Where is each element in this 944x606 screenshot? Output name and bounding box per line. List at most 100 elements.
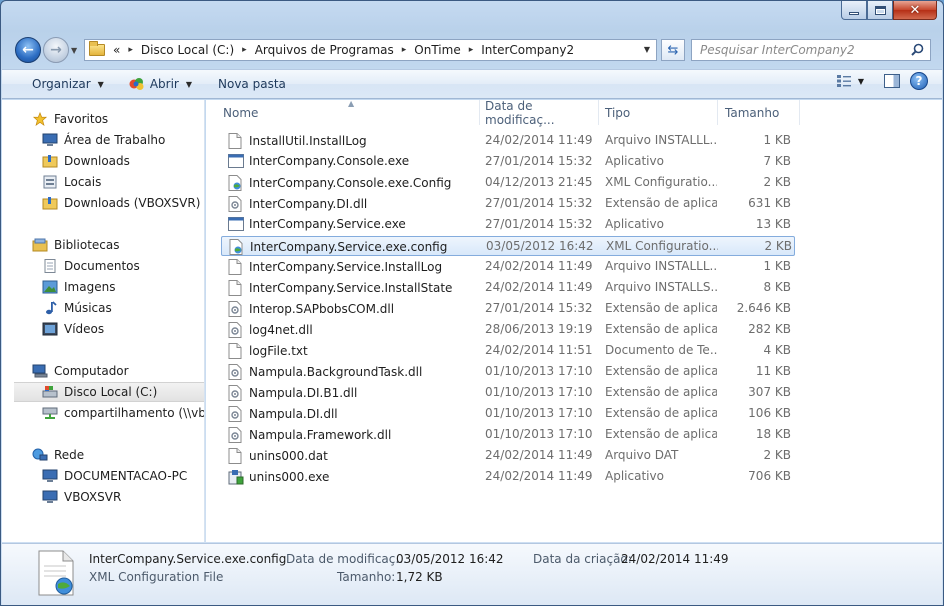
file-size: 106 KB (748, 406, 791, 420)
file-name-cell[interactable]: unins000.dat (228, 448, 478, 464)
preview-pane-icon[interactable] (884, 74, 900, 88)
file-row[interactable]: InterCompany.Service.exe.config 03/05/201… (221, 236, 795, 256)
breadcrumb-separator-icon[interactable]: ▸ (128, 45, 133, 55)
text-file-icon (228, 448, 244, 464)
file-name-cell[interactable]: Interop.SAPbobsCOM.dll (228, 301, 478, 317)
nav-item-local-disk[interactable]: Disco Local (C:) (14, 382, 204, 402)
nav-libraries[interactable]: Bibliotecas (32, 235, 204, 255)
help-icon[interactable]: ? (910, 72, 928, 90)
nav-label: Rede (54, 448, 85, 462)
nav-item-places[interactable]: Locais (42, 172, 204, 192)
file-row[interactable]: Nampula.DI.dll 01/10/2013 17:10 Extensão d… (221, 404, 795, 424)
nav-item-videos[interactable]: Vídeos (42, 319, 204, 339)
minimize-button[interactable] (841, 1, 867, 20)
file-row[interactable]: log4net.dll 28/06/2013 19:19 Extensão de a… (221, 320, 795, 340)
refresh-button[interactable]: ⇆ (661, 39, 685, 61)
breadcrumb-separator-icon[interactable]: ▸ (402, 45, 407, 55)
column-header-name[interactable]: Nome ▲ (210, 100, 480, 125)
open-button[interactable]: Abrir ▼ (120, 72, 200, 96)
back-button[interactable]: ← (15, 37, 41, 63)
search-icon[interactable] (911, 43, 924, 56)
maximize-button[interactable] (867, 1, 893, 20)
search-input[interactable] (700, 43, 900, 57)
column-header-type[interactable]: Tipo (599, 100, 718, 125)
recent-pages-dropdown[interactable]: ▼ (71, 46, 77, 55)
file-row[interactable]: InterCompany.Console.exe 27/01/2014 15:32… (221, 152, 795, 172)
column-header-date[interactable]: Data de modificaç... (480, 100, 599, 127)
address-dropdown-icon[interactable]: ▼ (644, 45, 650, 54)
file-name: Nampula.DI.B1.dll (249, 386, 358, 400)
file-name: unins000.dat (249, 449, 328, 463)
file-date: 24/02/2014 11:49 (485, 469, 593, 483)
dll-file-icon (228, 364, 244, 380)
nav-favorites[interactable]: Favoritos (32, 109, 204, 129)
nav-item-music[interactable]: Músicas (42, 298, 204, 318)
file-type: XML Configuratio... (605, 175, 717, 189)
file-name-cell[interactable]: InterCompany.Service.InstallLog (228, 259, 478, 275)
nav-network[interactable]: Rede (32, 445, 204, 465)
nav-item-vboxsvr[interactable]: VBOXSVR (42, 487, 204, 507)
file-row[interactable]: InterCompany.Service.InstallLog 24/02/201… (221, 257, 795, 277)
nav-label: Área de Trabalho (64, 133, 166, 147)
file-row[interactable]: Nampula.Framework.dll 01/10/2013 17:10 Ext… (221, 425, 795, 445)
file-name-cell[interactable]: InterCompany.Service.exe (228, 217, 478, 231)
file-name-cell[interactable]: InterCompany.Console.exe (228, 154, 478, 168)
toolbar-right: ▼ ? (836, 72, 942, 90)
file-name-cell[interactable]: Nampula.DI.B1.dll (228, 385, 478, 401)
nav-item-desktop[interactable]: Área de Trabalho (42, 130, 204, 150)
breadcrumb-item[interactable]: Disco Local (C:) (141, 43, 234, 57)
file-row[interactable]: InstallUtil.InstallLog 24/02/2014 11:49 Ar… (221, 131, 795, 151)
file-row[interactable]: InterCompany.DI.dll 27/01/2014 15:32 Exten… (221, 194, 795, 214)
organize-button[interactable]: Organizar ▼ (24, 72, 112, 96)
breadcrumb-separator-icon[interactable]: ▸ (242, 45, 247, 55)
file-row[interactable]: unins000.exe 24/02/2014 11:49 Aplicativo 70… (221, 467, 795, 487)
file-row[interactable]: InterCompany.Service.exe 27/01/2014 15:32… (221, 215, 795, 235)
file-name-cell[interactable]: InterCompany.DI.dll (228, 196, 478, 212)
file-name-cell[interactable]: log4net.dll (228, 322, 478, 338)
file-row[interactable]: InterCompany.Service.InstallState 24/02/2… (221, 278, 795, 298)
nav-item-network-share[interactable]: compartilhamento (\\vbox (42, 403, 204, 423)
file-type: XML Configuratio... (606, 239, 718, 253)
file-name-cell[interactable]: InterCompany.Service.InstallState (228, 280, 478, 296)
file-name-cell[interactable]: InterCompany.Console.exe.Config (228, 175, 478, 191)
dll-file-icon (228, 406, 244, 422)
breadcrumb-overflow[interactable]: « (113, 43, 120, 57)
breadcrumb-item[interactable]: Arquivos de Programas (255, 43, 394, 57)
nav-item-downloads-vboxsvr[interactable]: Downloads (VBOXSVR) (42, 193, 204, 213)
address-bar[interactable]: « ▸ Disco Local (C:) ▸ Arquivos de Progr… (84, 39, 657, 61)
file-name-cell[interactable]: Nampula.Framework.dll (228, 427, 478, 443)
nav-item-documents[interactable]: Documentos (42, 256, 204, 276)
column-header-size[interactable]: Tamanho (718, 100, 800, 125)
file-row[interactable]: Interop.SAPbobsCOM.dll 27/01/2014 15:32 Ex… (221, 299, 795, 319)
nav-item-downloads[interactable]: Downloads (42, 151, 204, 171)
nav-computer[interactable]: Computador (32, 361, 204, 381)
file-name-cell[interactable]: Nampula.DI.dll (228, 406, 478, 422)
new-folder-button[interactable]: Nova pasta (210, 72, 294, 96)
file-name-cell[interactable]: Nampula.BackgroundTask.dll (228, 364, 478, 380)
file-name-cell[interactable]: logFile.txt (228, 343, 478, 359)
file-row[interactable]: logFile.txt 24/02/2014 11:51 Documento de … (221, 341, 795, 361)
search-box[interactable] (691, 39, 931, 61)
text-file-icon (228, 343, 244, 359)
view-dropdown-icon[interactable]: ▼ (858, 77, 864, 86)
close-button[interactable]: ✕ (893, 1, 937, 20)
command-bar: Organizar ▼ Abrir ▼ Nova pasta ▼ ? (2, 69, 942, 99)
nav-item-documentacao-pc[interactable]: DOCUMENTACAO-PC (42, 466, 204, 486)
file-name-cell[interactable]: InstallUtil.InstallLog (228, 133, 478, 149)
file-name-cell[interactable]: unins000.exe (228, 469, 478, 485)
file-row[interactable]: Nampula.DI.B1.dll 01/10/2013 17:10 Extensã… (221, 383, 795, 403)
nav-label: Computador (54, 364, 129, 378)
forward-button[interactable]: → (43, 37, 69, 63)
breadcrumb-item[interactable]: OnTime (414, 43, 460, 57)
file-row[interactable]: InterCompany.Console.exe.Config 04/12/201… (221, 173, 795, 193)
open-label: Abrir (149, 77, 179, 91)
file-name-cell[interactable]: InterCompany.Service.exe.config (229, 239, 479, 255)
breadcrumb-item[interactable]: InterCompany2 (481, 43, 574, 57)
file-row[interactable]: unins000.dat 24/02/2014 11:49 Arquivo DAT 2… (221, 446, 795, 466)
file-name: InstallUtil.InstallLog (249, 134, 367, 148)
breadcrumb-separator-icon[interactable]: ▸ (469, 45, 474, 55)
nav-item-pictures[interactable]: Imagens (42, 277, 204, 297)
file-size: 4 KB (763, 343, 791, 357)
file-row[interactable]: Nampula.BackgroundTask.dll 01/10/2013 17:… (221, 362, 795, 382)
change-view-icon[interactable] (836, 74, 852, 88)
